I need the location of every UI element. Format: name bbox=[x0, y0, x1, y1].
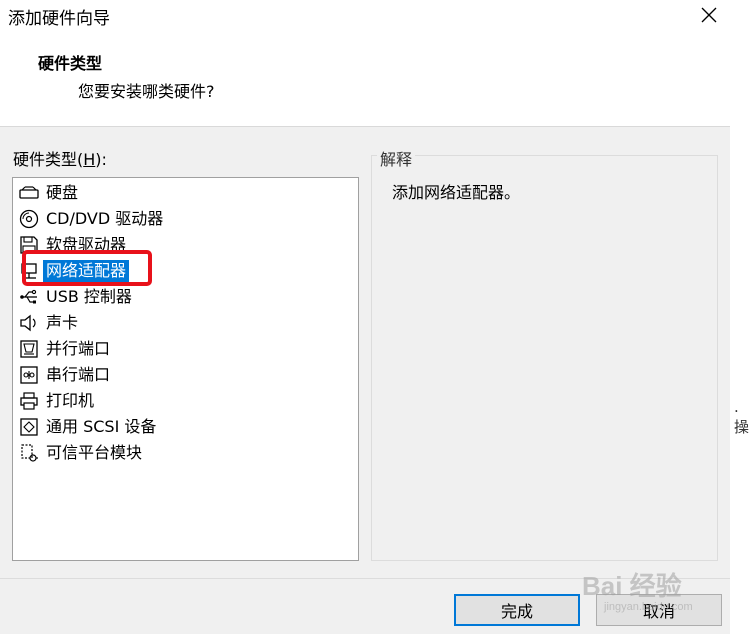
scsi-device-icon bbox=[18, 416, 40, 438]
serial-port-icon bbox=[18, 364, 40, 386]
list-item-scsi[interactable]: 通用 SCSI 设备 bbox=[18, 414, 159, 440]
cd-dvd-icon bbox=[18, 208, 40, 230]
list-item-label: 硬盘 bbox=[46, 183, 79, 202]
parallel-port-icon bbox=[18, 338, 40, 360]
explanation-text: 添加网络适配器。 bbox=[392, 183, 521, 202]
list-item-usb[interactable]: USB 控制器 bbox=[18, 284, 135, 310]
cancel-button[interactable]: 取消 bbox=[596, 594, 722, 626]
page-title: 硬件类型 bbox=[38, 54, 103, 73]
printer-icon bbox=[18, 390, 40, 412]
floppy-disk-icon bbox=[18, 234, 40, 256]
list-item-label: USB 控制器 bbox=[46, 287, 132, 306]
list-item-sound-card[interactable]: 声卡 bbox=[18, 310, 81, 336]
usb-icon bbox=[18, 286, 40, 308]
network-adapter-icon bbox=[18, 260, 40, 282]
explanation-title: 解释 bbox=[377, 146, 416, 170]
hard-disk-icon bbox=[18, 182, 40, 204]
hardware-type-label: 硬件类型(H): bbox=[13, 150, 107, 169]
background-text: .操 bbox=[734, 398, 750, 436]
list-item-label: 打印机 bbox=[46, 391, 95, 410]
list-item-label: CD/DVD 驱动器 bbox=[46, 209, 164, 228]
list-item-tpm[interactable]: 可信平台模块 bbox=[18, 440, 145, 466]
background-window-strip bbox=[730, 0, 750, 634]
close-button[interactable] bbox=[688, 0, 730, 30]
wizard-content: 硬件类型(H): 硬盘 CD/DVD 驱动器 软盘驱动器 网络适配器 USB 控… bbox=[0, 127, 730, 634]
speaker-icon bbox=[18, 312, 40, 334]
list-item-label: 通用 SCSI 设备 bbox=[46, 417, 157, 436]
hardware-type-list[interactable]: 硬盘 CD/DVD 驱动器 软盘驱动器 网络适配器 USB 控制器 声卡 并行端… bbox=[12, 177, 359, 561]
list-item-label: 并行端口 bbox=[46, 339, 111, 358]
list-item-label: 可信平台模块 bbox=[46, 443, 143, 462]
list-item-floppy[interactable]: 软盘驱动器 bbox=[18, 232, 129, 258]
list-item-network-adapter[interactable]: 网络适配器 bbox=[18, 258, 130, 284]
list-item-hard-disk[interactable]: 硬盘 bbox=[18, 180, 81, 206]
list-item-parallel-port[interactable]: 并行端口 bbox=[18, 336, 113, 362]
wizard-header: 硬件类型 您要安装哪类硬件? bbox=[0, 30, 730, 127]
list-item-printer[interactable]: 打印机 bbox=[18, 388, 97, 414]
page-subtitle: 您要安装哪类硬件? bbox=[78, 82, 215, 101]
list-item-label: 声卡 bbox=[46, 313, 79, 332]
window-title: 添加硬件向导 bbox=[8, 9, 110, 29]
list-item-serial-port[interactable]: 串行端口 bbox=[18, 362, 113, 388]
list-item-cd-dvd[interactable]: CD/DVD 驱动器 bbox=[18, 206, 166, 232]
list-item-label: 网络适配器 bbox=[43, 260, 130, 282]
footer-divider bbox=[0, 578, 730, 579]
tpm-icon bbox=[18, 442, 40, 464]
explanation-group bbox=[371, 155, 718, 561]
list-item-label: 串行端口 bbox=[46, 365, 111, 384]
list-item-label: 软盘驱动器 bbox=[46, 235, 127, 254]
finish-button[interactable]: 完成 bbox=[454, 594, 580, 626]
title-bar: 添加硬件向导 bbox=[0, 0, 730, 30]
close-icon bbox=[701, 7, 717, 23]
